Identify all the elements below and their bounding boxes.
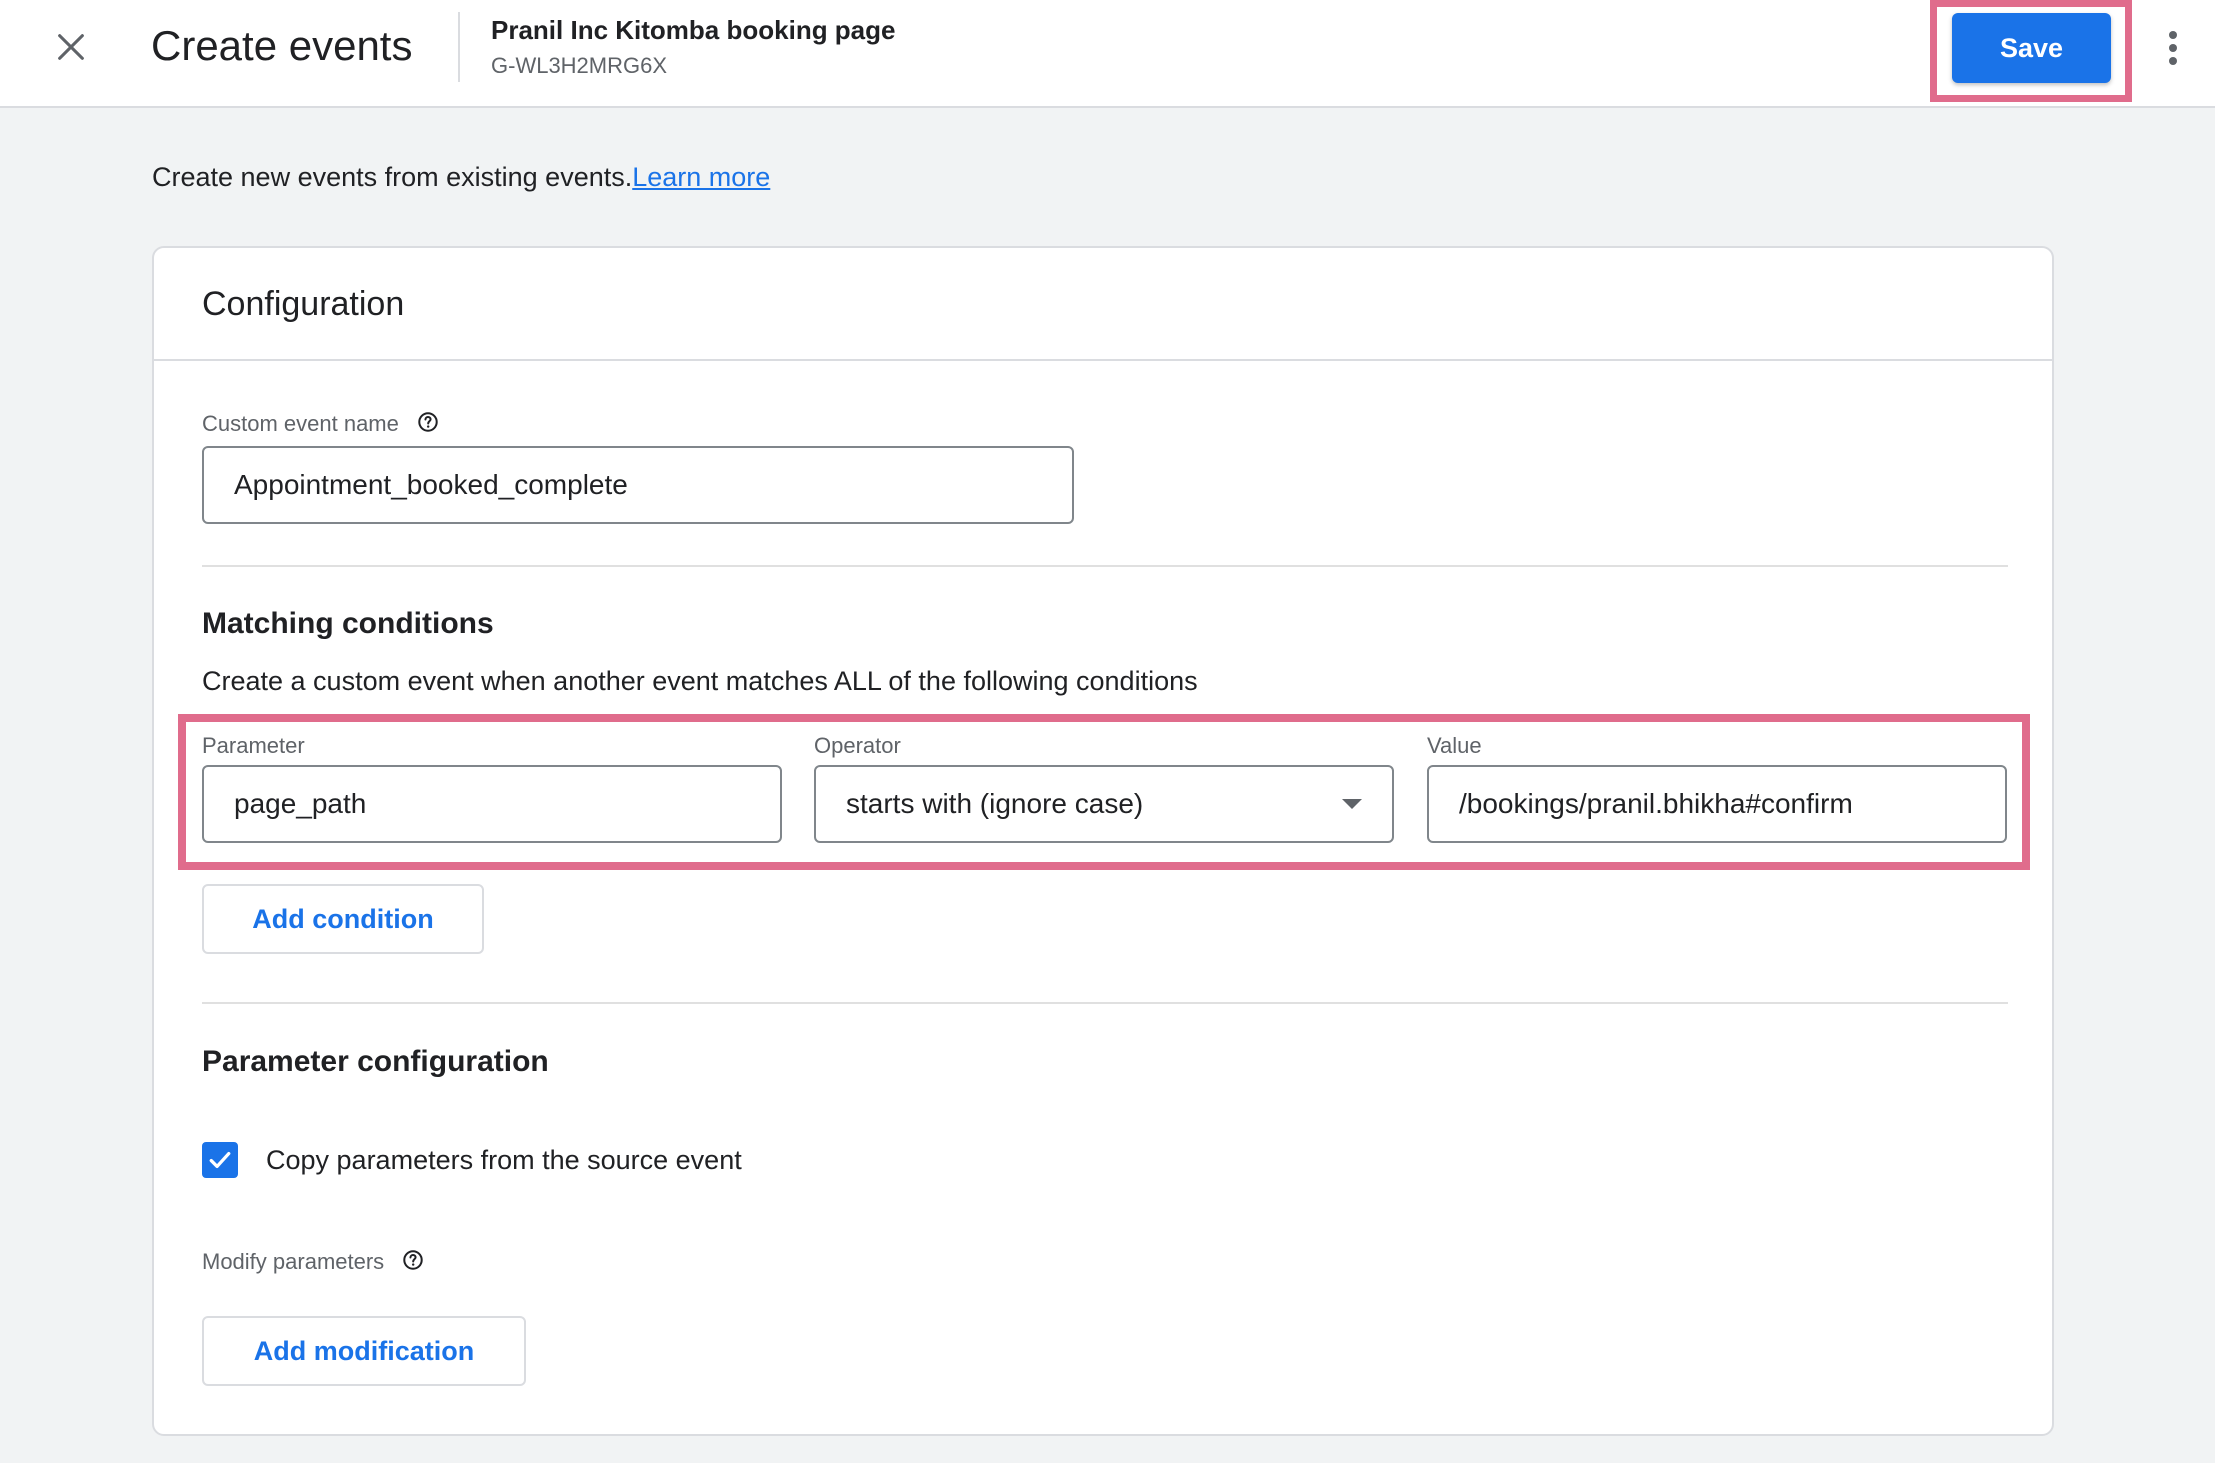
- add-modification-button[interactable]: Add modification: [202, 1316, 526, 1386]
- more-vert-icon: [2169, 31, 2177, 65]
- operator-label: Operator: [814, 733, 901, 758]
- modify-parameters-label: Modify parameters: [202, 1248, 424, 1278]
- matching-conditions-title: Matching conditions: [202, 607, 494, 640]
- configuration-title: Configuration: [202, 285, 405, 323]
- custom-event-name-label-text: Custom event name: [202, 411, 399, 436]
- top-app-bar: Create events Pranil Inc Kitomba booking…: [0, 0, 2215, 108]
- matching-conditions-description: Create a custom event when another event…: [202, 666, 1198, 696]
- check-icon: [209, 1151, 231, 1169]
- custom-event-name-input[interactable]: [202, 446, 1074, 524]
- intro-text: Create new events from existing events.L…: [152, 160, 770, 194]
- property-id: G-WL3H2MRG6X: [491, 53, 668, 78]
- copy-parameters-label: Copy parameters from the source event: [266, 1145, 742, 1175]
- section-divider: [202, 1002, 2008, 1004]
- more-options-button[interactable]: [2150, 22, 2196, 74]
- parameter-label: Parameter: [202, 733, 305, 758]
- property-name: Pranil Inc Kitomba booking page: [491, 15, 896, 45]
- help-circle-icon: [418, 411, 438, 432]
- modify-parameters-label-text: Modify parameters: [202, 1249, 385, 1274]
- custom-event-name-label: Custom event name: [202, 410, 439, 440]
- help-icon[interactable]: [417, 411, 439, 440]
- arrow-drop-down-icon: [1342, 799, 1362, 809]
- value-input[interactable]: [1427, 765, 2007, 843]
- save-button[interactable]: Save: [1952, 13, 2111, 83]
- help-circle-icon: [403, 1249, 424, 1270]
- parameter-input[interactable]: [202, 765, 782, 843]
- parameter-configuration-title: Parameter configuration: [202, 1045, 549, 1078]
- intro-description: Create new events from existing events.: [152, 162, 633, 192]
- close-icon: [58, 34, 84, 60]
- operator-selected-value: starts with (ignore case): [846, 788, 1144, 819]
- section-divider: [202, 565, 2008, 567]
- add-condition-button[interactable]: Add condition: [202, 884, 484, 954]
- configuration-card: Configuration Custom event name Matching…: [152, 246, 2054, 1436]
- help-icon[interactable]: [402, 1249, 424, 1278]
- header-divider: [458, 12, 460, 82]
- learn-more-link[interactable]: Learn more: [632, 162, 770, 192]
- value-label: Value: [1427, 733, 1482, 758]
- page-title: Create events: [151, 22, 413, 69]
- close-button[interactable]: [48, 24, 94, 70]
- card-header-divider: [154, 359, 2052, 361]
- operator-select[interactable]: starts with (ignore case): [814, 765, 1394, 843]
- copy-parameters-checkbox[interactable]: [202, 1142, 238, 1178]
